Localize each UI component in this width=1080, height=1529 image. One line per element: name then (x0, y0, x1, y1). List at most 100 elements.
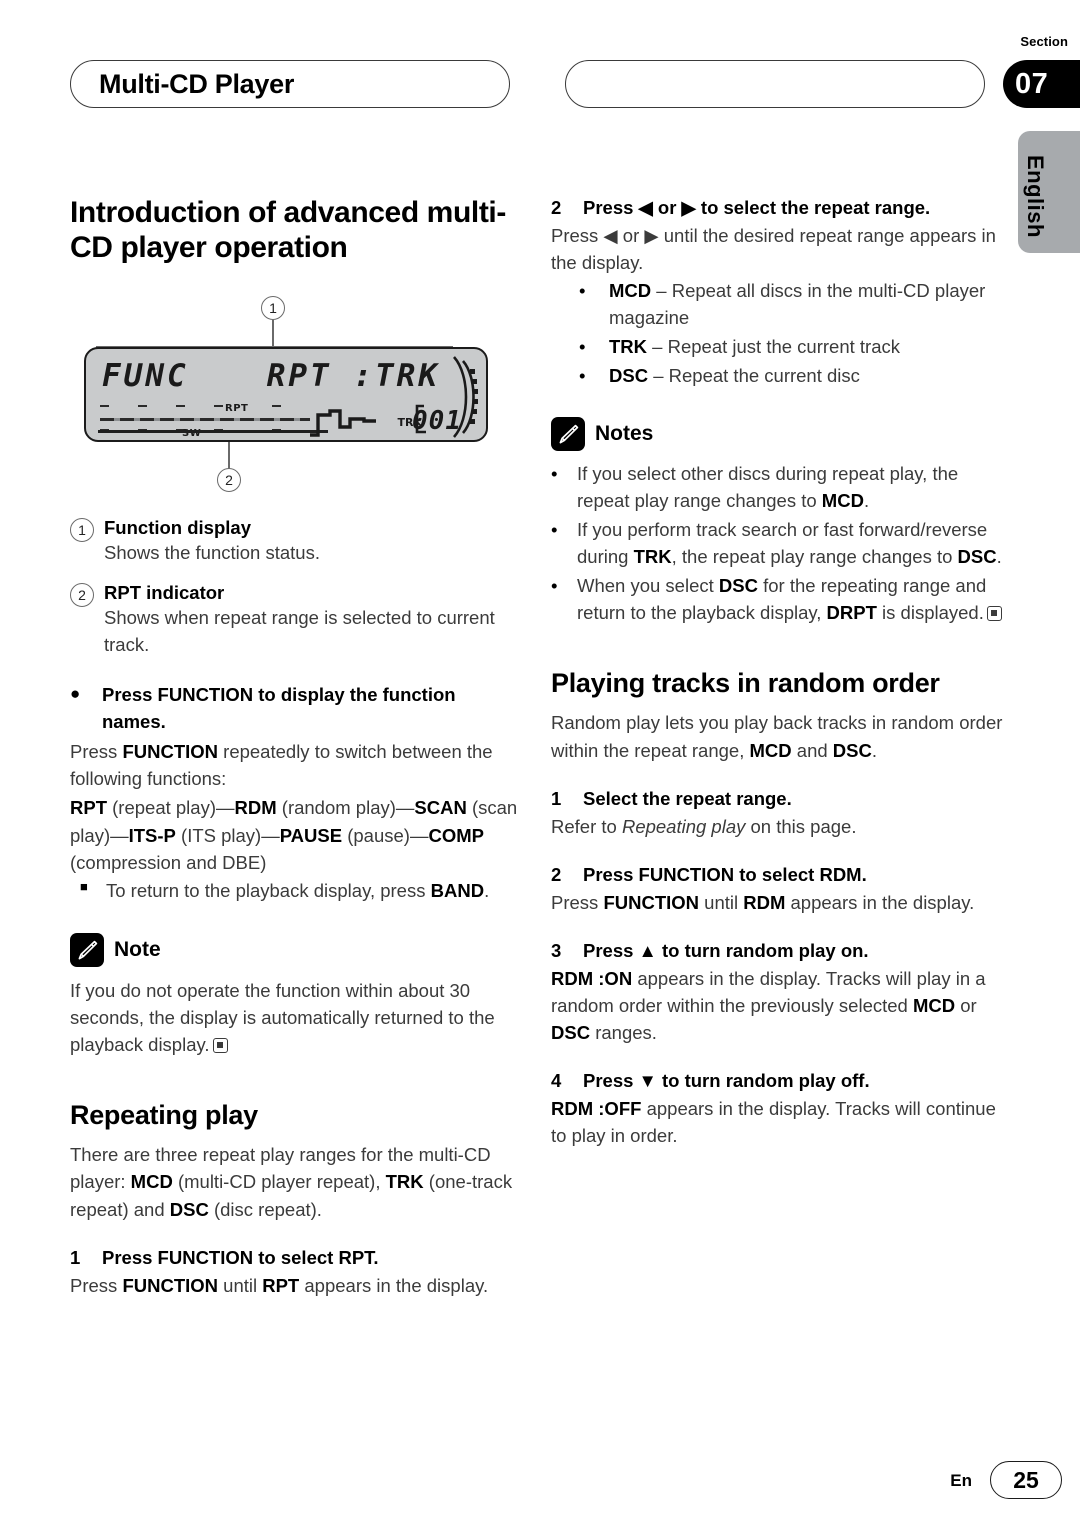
ro-dsc: DSC (832, 739, 872, 761)
random-step-1-heading: 1 Select the repeat range. (551, 786, 1003, 813)
ras2-b: until (699, 891, 744, 913)
lcd-figure: 1 FUNC RPT :TRK RPT SW TRK 001 2 (66, 292, 506, 502)
random-step-3-heading: 3 Press ▲ to turn random play on. (551, 938, 1003, 965)
rb0-bold: MCD (609, 280, 652, 302)
n1-e: . (996, 545, 1002, 567)
repeat-step-2-text: Press ◀ or ▶ to select the repeat range. (583, 197, 931, 218)
notes-header: Notes (551, 417, 1003, 452)
n2-a: When you select (577, 574, 719, 596)
repeating-step-1-text: Press FUNCTION to select RPT. (102, 1246, 379, 1268)
dot-bullet-icon: • (551, 574, 558, 596)
chain-plain-4: (pause)— (342, 824, 429, 846)
page-title: Multi-CD Player (99, 68, 295, 99)
chain-bold-5: COMP (428, 824, 484, 846)
ras3-b1: RDM :ON (551, 967, 633, 989)
function-bullet-heading-text: Press FUNCTION to display the function n… (102, 684, 456, 733)
note-item-2-text: If you perform track search or fast forw… (577, 517, 1003, 571)
dot-bullet-icon: • (551, 463, 558, 485)
repeating-step-1-body: Press FUNCTION until RPT appears in the … (70, 1272, 522, 1299)
random-step-3-text: Press ▲ to turn random play on. (583, 939, 869, 961)
callout-item-1: 1 Function display Shows the function st… (70, 516, 522, 567)
rb1-bold: TRK (609, 335, 648, 357)
function-bullet-heading: ● Press FUNCTION to display the function… (70, 682, 522, 736)
dot-bullet-icon: • (579, 364, 586, 386)
rp-mcd: MCD (130, 1171, 173, 1193)
n0-a: If you select other discs during repeat … (577, 463, 959, 512)
lcd-waveform-icon (310, 409, 376, 437)
footer-page-number: 25 (990, 1461, 1062, 1499)
ras2-a: Press (551, 891, 604, 913)
rp-b: (multi-CD player repeat), (172, 1171, 386, 1193)
rs1-e: appears in the display. (299, 1274, 489, 1296)
repeating-step-1-number: 1 (70, 1246, 81, 1268)
fb-b: FUNCTION (122, 740, 219, 762)
pencil-icon (551, 417, 585, 452)
section-label: Section (1020, 34, 1068, 49)
callout-desc-1: Shows the function status. (104, 541, 320, 563)
repeating-step-1-heading: 1 Press FUNCTION to select RPT. (70, 1245, 522, 1272)
repeating-play-intro: There are three repeat play ranges for t… (70, 1141, 522, 1223)
page-header: Multi-CD Player Section (0, 34, 1080, 122)
chain-bold-0: RPT (70, 797, 107, 819)
right-column: 2 Press ◀ or ▶ to select the repeat rang… (551, 195, 1003, 1151)
ro-b: and (791, 739, 833, 761)
chain-bold-1: RDM (234, 797, 277, 819)
repeat-range-bullet-mcd: • MCD – Repeat all discs in the multi-CD… (551, 278, 1003, 332)
leader-line-1-vertical (272, 319, 274, 347)
ras2-c: appears in the display. (785, 891, 975, 913)
notes-label: Notes (595, 422, 654, 446)
random-order-heading: Playing tracks in random order (551, 668, 940, 699)
ras1-b: on this page. (745, 815, 857, 837)
lcd-function-text: FUNC (102, 357, 189, 394)
function-sub-bullet: ■ To return to the playback display, pre… (70, 878, 522, 905)
n1-d: DSC (957, 545, 997, 567)
note-item-3: • When you select DSC for the repeating … (551, 573, 1003, 627)
random-step-2-heading: 2 Press FUNCTION to select RDM. (551, 862, 1003, 889)
random-order-intro: Random play lets you play back tracks in… (551, 709, 1003, 763)
fsb-b: BAND (430, 879, 485, 901)
note-item-3-text: When you select DSC for the repeating ra… (577, 573, 1003, 627)
figure-callout-1: 1 (261, 295, 285, 320)
callout-item-2: 2 RPT indicator Shows when repeat range … (70, 581, 522, 659)
ras1-a: Refer to (551, 815, 622, 837)
ras3-b3: DSC (551, 1021, 591, 1043)
rs1-a: Press (70, 1274, 123, 1296)
note-body: If you do not operate the function withi… (70, 979, 495, 1056)
note-text: If you do not operate the function withi… (70, 977, 522, 1059)
repeat-range-bullet-dsc-text: DSC – Repeat the current disc (609, 363, 1003, 390)
square-bullet-icon: ■ (80, 878, 88, 894)
n1-c: , the repeat play range changes to (671, 545, 958, 567)
note-label: Note (114, 937, 161, 961)
repeat-step-2-body: Press ◀ or ▶ until the desired repeat ra… (551, 224, 996, 273)
chain-bold-2: SCAN (414, 797, 467, 819)
n1-b: TRK (633, 545, 672, 567)
ras3-b2: MCD (912, 994, 956, 1016)
lcd-repeat-text: RPT :TRK (266, 357, 440, 394)
rb0-text: – Repeat all discs in the multi-CD playe… (609, 280, 986, 328)
ro-c: . (871, 739, 877, 761)
lcd-display: FUNC RPT :TRK RPT SW TRK 001 (84, 346, 488, 442)
repeating-play-heading: Repeating play (70, 1100, 258, 1131)
random-step-4-heading: 4 Press ▼ to turn random play off. (551, 1068, 1003, 1095)
chain-plain-1: (random play)— (276, 797, 415, 819)
lcd-screen: FUNC RPT :TRK RPT SW TRK 001 (86, 349, 486, 440)
function-sub-bullet-text: To return to the playback display, press… (106, 878, 522, 905)
repeat-range-bullet-trk: • TRK – Repeat just the current track (551, 334, 1003, 361)
repeat-step-2-heading: 2 Press ◀ or ▶ to select the repeat rang… (551, 195, 1003, 222)
rp-d: (disc repeat). (208, 1198, 322, 1220)
fsb-a: To return to the playback display, press (106, 879, 431, 901)
random-step-1-text: Select the repeat range. (583, 787, 792, 809)
random-step-4-body: RDM :OFF appears in the display. Tracks … (551, 1095, 1003, 1149)
chain-plain-5: (compression and DBE) (70, 851, 267, 873)
fb-a: Press (70, 740, 123, 762)
note-item-1-text: If you select other discs during repeat … (577, 461, 1003, 515)
random-step-3-number: 3 (551, 939, 562, 961)
chain-plain-0: (repeat play)— (107, 797, 235, 819)
chain-plain-3: (ITS play)— (175, 824, 280, 846)
end-of-note-icon (986, 605, 1002, 621)
ras4-b1: RDM :OFF (551, 1097, 642, 1119)
end-of-note-icon (212, 1038, 228, 1054)
fsb-c: . (484, 879, 490, 901)
function-bullet-body: Press FUNCTION repeatedly to switch betw… (70, 738, 522, 792)
rp-trk: TRK (385, 1171, 424, 1193)
